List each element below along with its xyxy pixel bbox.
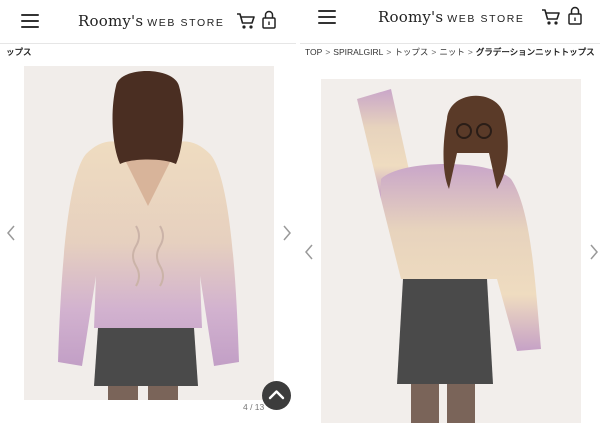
prev-slide-chevron-left-icon[interactable]: [4, 223, 18, 243]
cart-icon[interactable]: [541, 7, 561, 27]
chevron-up-icon: [268, 390, 285, 400]
lock-icon[interactable]: [262, 10, 276, 30]
clipped-breadcrumb-text: ップス: [6, 47, 32, 57]
breadcrumb-separator: >: [431, 47, 437, 57]
breadcrumb-separator: >: [386, 47, 392, 57]
store-logo[interactable]: Roomy's WEB STORE: [78, 12, 225, 31]
left-header: Roomy's WEB STORE: [0, 0, 296, 44]
breadcrumb-tops-link[interactable]: トップス: [394, 47, 428, 57]
logo-main-text: Roomy's: [378, 8, 444, 26]
hamburger-menu-icon[interactable]: [21, 14, 39, 28]
right-product-panel: Roomy's WEB STORE TOP > SPIRALGIRL > トップス > ニット…: [300, 0, 600, 428]
left-product-panel: Roomy's WEB STORE ップス 4 / 13: [0, 0, 296, 428]
prev-slide-chevron-left-icon[interactable]: [302, 242, 316, 262]
breadcrumb-current-product: グラデーションニットトップス: [475, 47, 595, 57]
right-header: Roomy's WEB STORE: [300, 0, 600, 44]
breadcrumb: TOP > SPIRALGIRL > トップス > ニット > グラデーションニットトップス: [305, 47, 597, 58]
product-photo-back-image: [24, 66, 274, 400]
product-photo-front[interactable]: [321, 79, 581, 423]
breadcrumb-knit-link[interactable]: ニット: [439, 47, 465, 57]
breadcrumb-separator: >: [325, 47, 331, 57]
product-photo-front-image: [321, 79, 581, 423]
logo-main-text: Roomy's: [78, 12, 144, 30]
breadcrumb-top-link[interactable]: TOP: [305, 47, 322, 57]
hamburger-menu-icon[interactable]: [318, 10, 336, 24]
breadcrumb-separator: >: [467, 47, 473, 57]
breadcrumb-brand-link[interactable]: SPIRALGIRL: [333, 47, 383, 57]
store-logo[interactable]: Roomy's WEB STORE: [378, 8, 525, 27]
lock-icon[interactable]: [568, 6, 582, 26]
product-photo-back[interactable]: [24, 66, 274, 400]
next-slide-chevron-right-icon[interactable]: [587, 242, 600, 262]
cart-icon[interactable]: [236, 11, 256, 31]
scroll-to-top-button[interactable]: [262, 381, 291, 410]
next-slide-chevron-right-icon[interactable]: [280, 223, 294, 243]
logo-sub-text: WEB STORE: [147, 17, 225, 29]
logo-sub-text: WEB STORE: [447, 13, 525, 25]
